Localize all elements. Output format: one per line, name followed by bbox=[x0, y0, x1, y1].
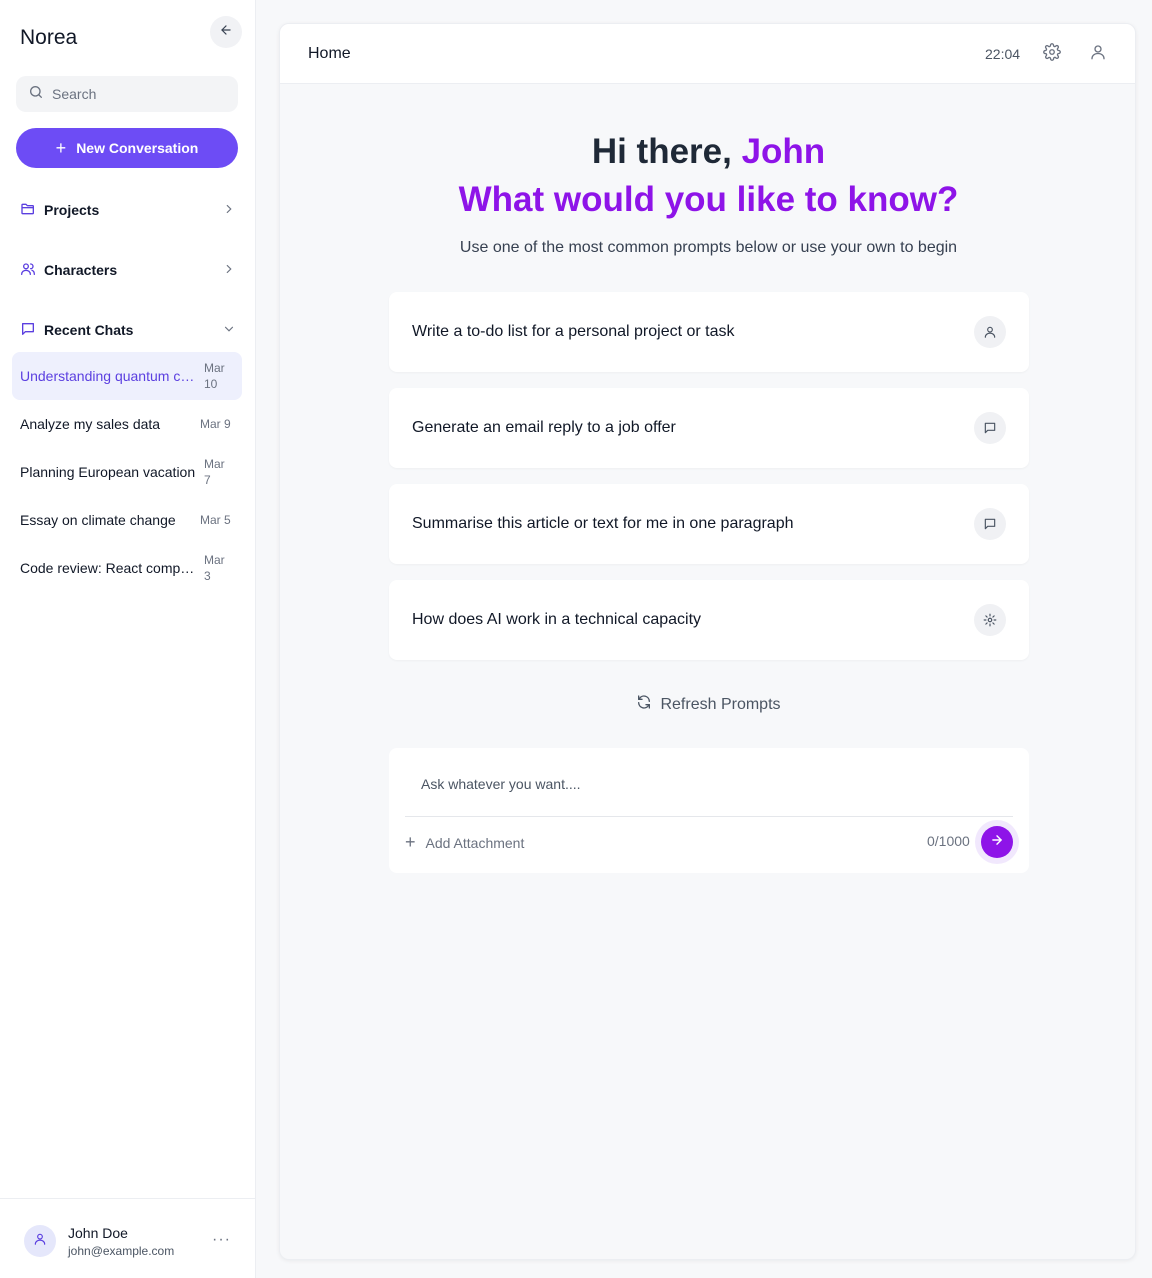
send-button-inner[interactable] bbox=[981, 826, 1013, 858]
chat-date: Mar 9 bbox=[200, 417, 231, 431]
nav-recent-chats-label: Recent Chats bbox=[44, 322, 134, 338]
prompt-card[interactable]: Summarise this article or text for me in… bbox=[389, 484, 1029, 564]
search-box[interactable] bbox=[16, 76, 238, 112]
arrow-right-icon bbox=[990, 833, 1004, 852]
prompt-card[interactable]: Write a to-do list for a personal projec… bbox=[389, 292, 1029, 372]
refresh-icon bbox=[636, 694, 652, 715]
clock: 22:04 bbox=[985, 46, 1021, 62]
prompt-card[interactable]: Generate an email reply to a job offer bbox=[389, 388, 1029, 468]
chat-title: Analyze my sales data bbox=[20, 416, 161, 432]
message-icon bbox=[974, 412, 1006, 444]
prompt-text: Summarise this article or text for me in… bbox=[412, 515, 794, 532]
users-icon bbox=[20, 261, 36, 280]
top-header: Home 22:04 bbox=[280, 24, 1135, 84]
chat-bubble-icon bbox=[20, 321, 36, 340]
subtitle: Use one of the most common prompts below… bbox=[459, 239, 958, 256]
nav-characters[interactable]: Characters bbox=[20, 258, 236, 282]
greeting-prefix: Hi there, bbox=[591, 132, 742, 171]
chat-date: Mar 7 bbox=[204, 457, 225, 487]
add-attachment-label: Add Attachment bbox=[425, 834, 525, 851]
page-title: Home bbox=[308, 45, 351, 62]
chat-title: Understanding quantum computing bbox=[20, 368, 196, 384]
chat-item[interactable]: Understanding quantum computing Mar 10 bbox=[12, 352, 242, 400]
user-icon bbox=[33, 1232, 47, 1251]
main-panel: Home 22:04 Hi there, John What would you… bbox=[279, 23, 1136, 1260]
user-profile-bar: John Doe john@example.com ··· bbox=[0, 1198, 256, 1278]
composer-divider bbox=[405, 816, 1013, 817]
search-icon bbox=[28, 84, 44, 105]
chat-date: Mar 3 bbox=[204, 553, 225, 583]
brand-name: Norea bbox=[20, 26, 78, 49]
send-button[interactable] bbox=[975, 820, 1019, 864]
chevron-right-icon bbox=[222, 202, 236, 219]
arrow-left-icon bbox=[219, 23, 233, 42]
character-counter: 0/1000 bbox=[927, 833, 970, 849]
chat-item[interactable]: Essay on climate change Mar 5 bbox=[12, 496, 242, 544]
new-conversation-label: New Conversation bbox=[76, 140, 199, 156]
nav-recent-chats[interactable]: Recent Chats bbox=[20, 318, 236, 342]
message-icon bbox=[974, 508, 1006, 540]
more-options-button[interactable]: ··· bbox=[212, 1231, 231, 1249]
plus-icon: + bbox=[405, 832, 416, 852]
chat-title: Essay on climate change bbox=[20, 512, 176, 528]
chat-title: Code review: React component bbox=[20, 560, 196, 576]
sidebar: Norea + New Conversation Projects Charac… bbox=[0, 0, 256, 1278]
plus-icon: + bbox=[55, 137, 67, 158]
search-input[interactable] bbox=[52, 86, 222, 102]
avatar[interactable] bbox=[24, 1225, 56, 1257]
collapse-sidebar-button[interactable] bbox=[210, 16, 242, 48]
user-icon bbox=[974, 316, 1006, 348]
prompt-text: Generate an email reply to a job offer bbox=[412, 419, 676, 436]
chevron-down-icon bbox=[222, 322, 236, 339]
nav-characters-label: Characters bbox=[44, 262, 118, 278]
prompt-text: Write a to-do list for a personal projec… bbox=[412, 323, 735, 340]
folder-icon bbox=[20, 201, 36, 220]
headline: What would you like to know? bbox=[458, 180, 959, 219]
user-email: john@example.com bbox=[68, 1244, 175, 1258]
greeting-name: John bbox=[741, 132, 826, 171]
new-conversation-button[interactable]: + New Conversation bbox=[16, 128, 238, 168]
gear-icon bbox=[1043, 42, 1061, 66]
user-icon bbox=[1089, 43, 1107, 66]
user-name: John Doe bbox=[68, 1225, 128, 1241]
greeting: Hi there, John bbox=[280, 132, 1135, 172]
nav-projects[interactable]: Projects bbox=[20, 198, 236, 222]
chat-item[interactable]: Code review: React component Mar 3 bbox=[12, 544, 242, 592]
nav-projects-label: Projects bbox=[44, 202, 100, 218]
message-input[interactable] bbox=[405, 768, 1005, 812]
settings-button[interactable] bbox=[1042, 42, 1062, 66]
chat-item[interactable]: Planning European vacation Mar 7 bbox=[12, 448, 242, 496]
chevron-right-icon bbox=[222, 262, 236, 279]
add-attachment-button[interactable]: + Add Attachment bbox=[405, 832, 524, 853]
prompt-text: How does AI work in a technical capacity bbox=[412, 611, 702, 628]
chat-item[interactable]: Analyze my sales data Mar 9 bbox=[12, 400, 242, 448]
profile-button[interactable] bbox=[1088, 44, 1108, 64]
message-composer: + Add Attachment 0/1000 bbox=[389, 748, 1029, 873]
gear-icon bbox=[974, 604, 1006, 636]
refresh-prompts-button[interactable]: Refresh Prompts bbox=[280, 694, 1135, 715]
chat-title: Planning European vacation bbox=[20, 464, 196, 480]
chat-date: Mar 10 bbox=[204, 361, 225, 391]
chat-date: Mar 5 bbox=[200, 513, 231, 527]
refresh-label: Refresh Prompts bbox=[660, 695, 781, 713]
prompt-card[interactable]: How does AI work in a technical capacity bbox=[389, 580, 1029, 660]
